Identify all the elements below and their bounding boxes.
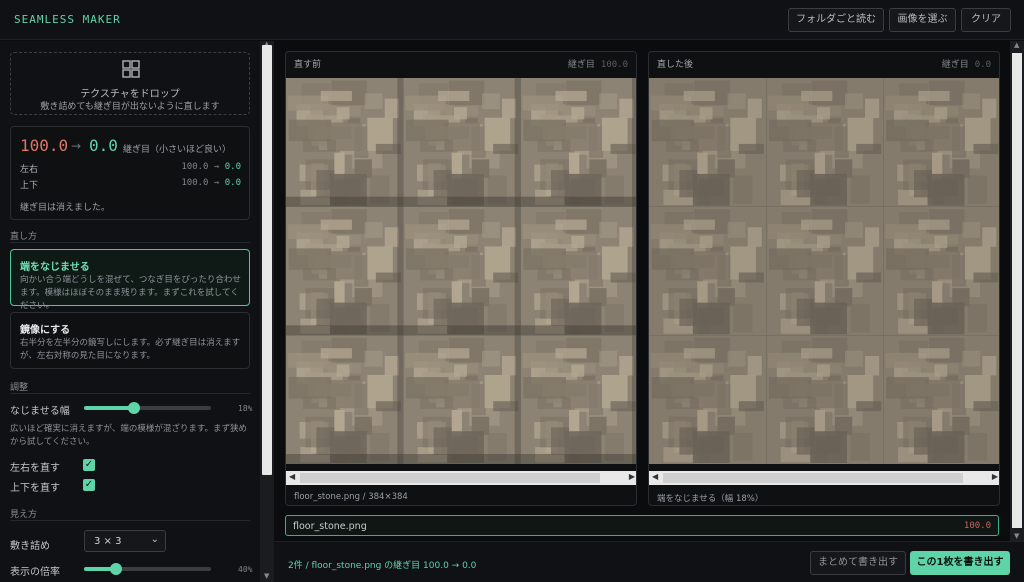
chevron-down-icon: ⌄ xyxy=(150,534,159,545)
fix-ud-label: 上下を直す xyxy=(10,483,60,494)
method-heading: 直し方 xyxy=(10,232,38,242)
score-after: 0.0 xyxy=(89,136,118,155)
after-tiled-preview xyxy=(649,78,999,464)
sidebar-scrollbar[interactable]: ▲ ▼ xyxy=(260,40,274,582)
clear-button[interactable]: クリア xyxy=(961,8,1011,32)
before-footer: floor_stone.png / 384×384 xyxy=(294,492,408,502)
zoom-value: 40% xyxy=(238,565,253,574)
row-lr-values: 100.0 → 0.0 xyxy=(181,162,241,172)
option-desc: 向かい合う端どうしを混ぜて、つなぎ目をぴったり合わせます。模様はほぼそのまま残り… xyxy=(20,275,241,311)
score-arrow: → xyxy=(71,139,82,153)
drop-title: テクスチャをドロップ xyxy=(80,89,180,100)
fix-ud-checkbox[interactable]: ✓ xyxy=(83,479,95,491)
scrollbar-thumb[interactable] xyxy=(663,473,963,483)
divider xyxy=(10,393,250,394)
after-panel: 直した後 継ぎ目 0.0 ◀ ▶ 端をなじませる（幅 18%） xyxy=(648,51,1000,506)
choose-image-button[interactable]: 画像を選ぶ xyxy=(889,8,956,32)
after-title: 直した後 xyxy=(657,60,694,70)
scroll-down-icon[interactable]: ▼ xyxy=(264,572,269,580)
seam-score-card: 100.0 → 0.0 継ぎ目（小さいほど良い） 左右 100.0 → 0.0 … xyxy=(10,126,250,220)
before-hscrollbar[interactable]: ◀ ▶ xyxy=(286,471,636,485)
bottom-bar: 2件 / floor_stone.png の継ぎ目 100.0 → 0.0 まと… xyxy=(274,541,1024,582)
scrollbar-thumb[interactable] xyxy=(1012,53,1022,528)
score-message: 継ぎ目は消えました。 xyxy=(20,203,111,213)
row-ud-values: 100.0 → 0.0 xyxy=(181,178,241,188)
before-panel: 直す前 継ぎ目 100.0 ◀ ▶ floor_stone.png / 384×3… xyxy=(285,51,637,506)
after-hscrollbar[interactable]: ◀ ▶ xyxy=(649,471,999,485)
zoom-slider[interactable] xyxy=(84,563,211,575)
before-tiled-preview xyxy=(286,78,636,464)
after-footer: 端をなじませる（幅 18%） xyxy=(657,494,764,504)
tile-select-value: 3 × 3 xyxy=(94,536,122,547)
scroll-left-icon[interactable]: ◀ xyxy=(289,472,295,481)
before-title: 直す前 xyxy=(294,60,322,70)
drop-subtitle: 敷き詰めても継ぎ目が出ないように直します xyxy=(40,102,220,112)
scrollbar-thumb[interactable] xyxy=(262,45,272,475)
divider xyxy=(10,520,250,521)
top-bar: SEAMLESS MAKER フォルダごと読む 画像を選ぶ クリア xyxy=(0,0,1024,40)
before-seam: 継ぎ目 100.0 xyxy=(567,60,628,70)
option-blend-edges[interactable]: 端をなじませる 向かい合う端どうしを混ぜて、つなぎ目をぴったり合わせます。模様は… xyxy=(10,249,250,311)
scrollbar-thumb[interactable] xyxy=(300,473,600,483)
slider-handle[interactable] xyxy=(128,402,140,414)
status-text: 2件 / floor_stone.png の継ぎ目 100.0 → 0.0 xyxy=(288,561,477,571)
view-heading: 見え方 xyxy=(10,510,38,520)
export-one-button[interactable]: この1枚を書き出す xyxy=(910,551,1010,575)
preview-area: 直す前 継ぎ目 100.0 ◀ ▶ floor_stone.png / 384×3… xyxy=(274,41,1010,541)
scroll-up-icon[interactable]: ▲ xyxy=(1014,41,1019,49)
score-caption: 継ぎ目（小さいほど良い） xyxy=(123,145,232,155)
scroll-right-icon[interactable]: ▶ xyxy=(629,472,635,481)
app-title: SEAMLESS MAKER xyxy=(14,13,121,26)
blend-width-label: なじませる幅 xyxy=(10,406,70,417)
score-before: 100.0 xyxy=(20,136,69,155)
blend-help-text: 広いほど確実に消えますが、端の模様が混ざります。まず狭めから試してください。 xyxy=(10,424,247,447)
tile-label: 敷き詰め xyxy=(10,541,50,552)
sidebar: テクスチャをドロップ 敷き詰めても継ぎ目が出ないように直します 100.0 → … xyxy=(0,41,260,582)
blend-width-value: 18% xyxy=(238,404,253,413)
option-mirror[interactable]: 鏡像にする 右半分を左半分の鏡写しにします。必ず継ぎ目は消えますが、左右対称の見… xyxy=(10,312,250,369)
slider-fill xyxy=(84,406,134,410)
export-all-button[interactable]: まとめて書き出す xyxy=(810,551,906,575)
slider-handle[interactable] xyxy=(110,563,122,575)
scroll-down-icon[interactable]: ▼ xyxy=(1014,532,1019,540)
scroll-right-icon[interactable]: ▶ xyxy=(992,472,998,481)
fix-lr-label: 左右を直す xyxy=(10,463,60,474)
grid-icon xyxy=(122,60,140,78)
scroll-left-icon[interactable]: ◀ xyxy=(652,472,658,481)
file-list-item[interactable]: floor_stone.png 100.0 xyxy=(285,515,999,536)
option-title: 端をなじませる xyxy=(20,262,90,273)
fix-lr-checkbox[interactable]: ✓ xyxy=(83,459,95,471)
tile-select[interactable]: 3 × 3 ⌄ xyxy=(84,530,166,552)
open-folder-button[interactable]: フォルダごと読む xyxy=(788,8,884,32)
file-name: floor_stone.png xyxy=(293,521,367,532)
option-desc: 右半分を左半分の鏡写しにします。必ず継ぎ目は消えますが、左右対称の見た目になりま… xyxy=(20,338,241,361)
file-score: 100.0 xyxy=(963,521,991,531)
row-ud-label: 上下 xyxy=(20,181,39,191)
main-scrollbar[interactable]: ▲ ▼ xyxy=(1010,41,1024,541)
drop-zone[interactable]: テクスチャをドロップ 敷き詰めても継ぎ目が出ないように直します xyxy=(10,52,250,115)
divider xyxy=(10,242,250,243)
option-title: 鏡像にする xyxy=(20,325,71,336)
after-seam: 継ぎ目 0.0 xyxy=(941,60,991,70)
blend-width-slider[interactable] xyxy=(84,402,211,414)
adjust-heading: 調整 xyxy=(10,383,29,393)
row-lr-label: 左右 xyxy=(20,165,39,175)
zoom-label: 表示の倍率 xyxy=(10,567,60,578)
